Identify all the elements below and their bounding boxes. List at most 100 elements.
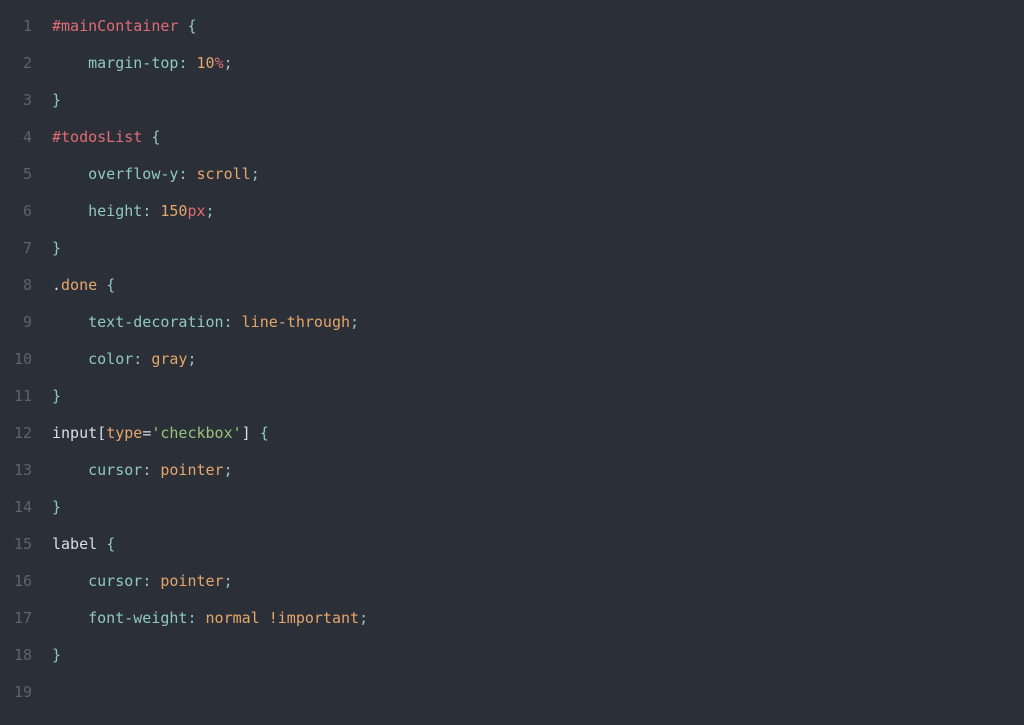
colon: :: [142, 572, 160, 590]
selector-id: #: [52, 17, 61, 35]
line-number: 14: [0, 489, 32, 526]
code-line[interactable]: #todosList {: [52, 119, 1024, 156]
selector-attr: type: [106, 424, 142, 442]
line-number: 15: [0, 526, 32, 563]
code-editor[interactable]: 1 2 3 4 5 6 7 8 9 10 11 12 13 14 15 16 1…: [0, 0, 1024, 725]
css-property: overflow-y: [88, 165, 178, 183]
css-property: height: [88, 202, 142, 220]
bracket-open: [: [97, 424, 106, 442]
code-content[interactable]: #mainContainer { margin-top: 10%; } #tod…: [40, 8, 1024, 725]
code-line[interactable]: color: gray;: [52, 341, 1024, 378]
code-line[interactable]: }: [52, 82, 1024, 119]
line-number: 11: [0, 378, 32, 415]
line-number: 1: [0, 8, 32, 45]
indent: [52, 165, 88, 183]
line-number: 5: [0, 156, 32, 193]
colon: :: [142, 461, 160, 479]
indent: [52, 350, 88, 368]
brace-close: }: [52, 239, 61, 257]
css-property: font-weight: [88, 609, 187, 627]
number: 10: [197, 54, 215, 72]
unit: px: [187, 202, 205, 220]
css-value: scroll: [197, 165, 251, 183]
semicolon: ;: [251, 165, 260, 183]
code-line[interactable]: input[type='checkbox'] {: [52, 415, 1024, 452]
selector-id: #: [52, 128, 61, 146]
code-line[interactable]: [52, 674, 1024, 711]
brace-open: {: [187, 17, 196, 35]
css-property: text-decoration: [88, 313, 223, 331]
colon: :: [133, 350, 151, 368]
code-line[interactable]: #mainContainer {: [52, 8, 1024, 45]
code-line[interactable]: }: [52, 489, 1024, 526]
line-number: 4: [0, 119, 32, 156]
indent: [52, 609, 88, 627]
css-property: cursor: [88, 461, 142, 479]
brace-open: {: [151, 128, 160, 146]
line-number: 10: [0, 341, 32, 378]
code-line[interactable]: }: [52, 230, 1024, 267]
selector-class: done: [61, 276, 97, 294]
line-number-gutter: 1 2 3 4 5 6 7 8 9 10 11 12 13 14 15 16 1…: [0, 8, 40, 725]
line-number: 13: [0, 452, 32, 489]
brace-open: {: [260, 424, 269, 442]
brace-close: }: [52, 498, 61, 516]
brace-close: }: [52, 91, 61, 109]
colon: :: [187, 609, 205, 627]
code-line[interactable]: label {: [52, 526, 1024, 563]
selector-id: mainContainer: [61, 17, 178, 35]
indent: [52, 313, 88, 331]
line-number: 12: [0, 415, 32, 452]
css-value: normal: [206, 609, 260, 627]
selector-id: todosList: [61, 128, 142, 146]
line-number: 8: [0, 267, 32, 304]
indent: [52, 202, 88, 220]
space: [251, 424, 260, 442]
line-number: 6: [0, 193, 32, 230]
colon: :: [224, 313, 242, 331]
semicolon: ;: [224, 461, 233, 479]
code-line[interactable]: .done {: [52, 267, 1024, 304]
number: 150: [160, 202, 187, 220]
line-number: 17: [0, 600, 32, 637]
brace-open: {: [106, 535, 115, 553]
code-line[interactable]: font-weight: normal !important;: [52, 600, 1024, 637]
semicolon: ;: [350, 313, 359, 331]
important-keyword: !important: [269, 609, 359, 627]
colon: :: [178, 165, 196, 183]
semicolon: ;: [187, 350, 196, 368]
line-number: 7: [0, 230, 32, 267]
code-line[interactable]: }: [52, 378, 1024, 415]
bracket-close: ]: [242, 424, 251, 442]
code-line[interactable]: }: [52, 637, 1024, 674]
space: [97, 276, 106, 294]
brace-close: }: [52, 387, 61, 405]
line-number: 9: [0, 304, 32, 341]
selector-tag: label: [52, 535, 97, 553]
code-line[interactable]: height: 150px;: [52, 193, 1024, 230]
string: 'checkbox': [151, 424, 241, 442]
space: [260, 609, 269, 627]
indent: [52, 461, 88, 479]
css-property: cursor: [88, 572, 142, 590]
semicolon: ;: [224, 572, 233, 590]
line-number: 16: [0, 563, 32, 600]
equals: =: [142, 424, 151, 442]
brace-close: }: [52, 646, 61, 664]
css-property: color: [88, 350, 133, 368]
colon: :: [178, 54, 196, 72]
line-number: 3: [0, 82, 32, 119]
css-value: pointer: [160, 572, 223, 590]
code-line[interactable]: cursor: pointer;: [52, 563, 1024, 600]
code-line[interactable]: overflow-y: scroll;: [52, 156, 1024, 193]
brace-open: {: [106, 276, 115, 294]
code-line[interactable]: cursor: pointer;: [52, 452, 1024, 489]
unit: %: [215, 54, 224, 72]
code-line[interactable]: margin-top: 10%;: [52, 45, 1024, 82]
selector-tag: input: [52, 424, 97, 442]
colon: :: [142, 202, 160, 220]
css-value: gray: [151, 350, 187, 368]
code-line[interactable]: text-decoration: line-through;: [52, 304, 1024, 341]
space: [142, 128, 151, 146]
semicolon: ;: [359, 609, 368, 627]
